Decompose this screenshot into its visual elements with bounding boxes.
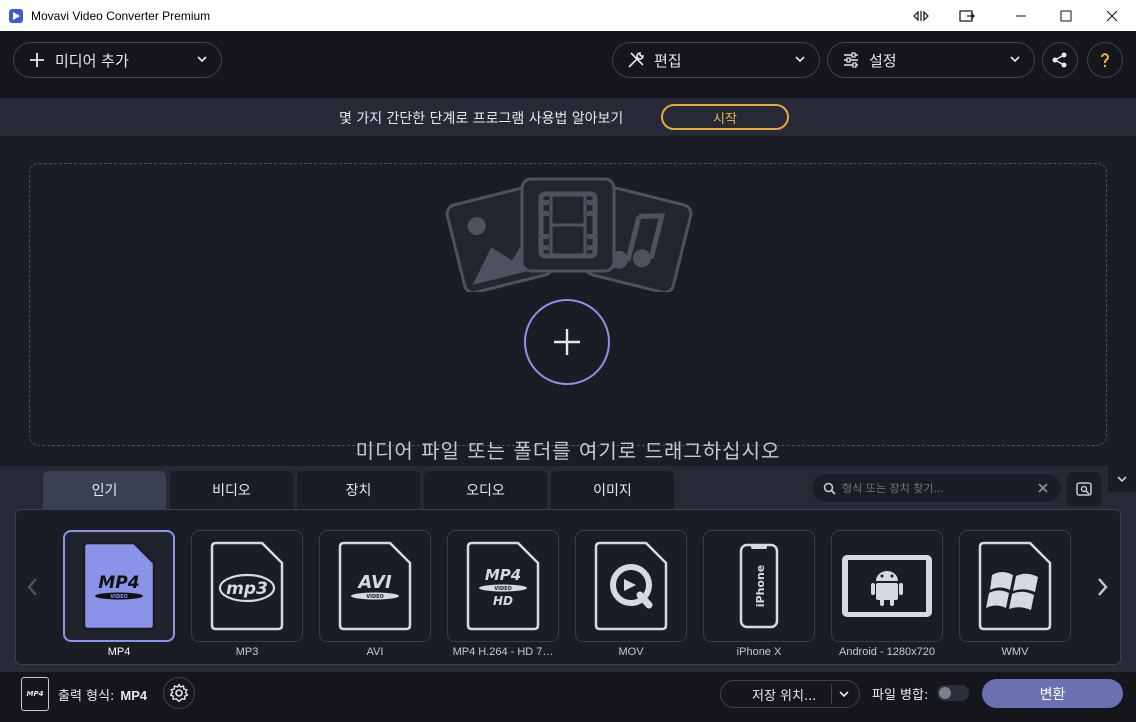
windows-file-icon — [978, 541, 1052, 631]
share-button[interactable] — [1042, 42, 1078, 78]
format-label: AVI — [366, 646, 384, 658]
chevron-down-icon[interactable] — [838, 688, 850, 700]
dropzone-text: 미디어 파일 또는 폴더를 여기로 드래그하십시오 — [355, 439, 781, 463]
svg-text:mp3: mp3 — [226, 579, 268, 599]
quicktime-icon — [594, 541, 668, 631]
chevron-down-icon — [795, 56, 805, 63]
collapse-panel-button[interactable] — [1108, 466, 1136, 492]
output-settings-button[interactable] — [163, 677, 195, 709]
svg-text:iPhone: iPhone — [754, 565, 767, 608]
tutorial-bar: 몇 가지 간단한 단계로 프로그램 사용법 알아보기 시작 — [0, 98, 1136, 136]
tutorial-text: 몇 가지 간단한 단계로 프로그램 사용법 알아보기 — [339, 111, 624, 127]
output-format: 출력 형식: MP4 — [58, 685, 147, 704]
chevron-down-icon — [1010, 56, 1020, 63]
merge-files-toggle[interactable] — [937, 685, 969, 701]
toggle-knob — [939, 687, 951, 699]
mp4-file-icon: MP4 VIDEO — [82, 541, 156, 631]
format-tile-wmv[interactable] — [959, 530, 1071, 642]
svg-text:VIDEO: VIDEO — [366, 594, 384, 600]
chevron-down-icon — [1117, 476, 1127, 483]
snap-icon[interactable] — [898, 0, 944, 31]
mp3-file-icon: mp3 — [210, 541, 284, 631]
add-media-label: 미디어 추가 — [55, 51, 129, 70]
tools-icon — [628, 52, 644, 68]
mp4-hd-file-icon: MP4 VIDEO HD — [466, 541, 540, 631]
edit-label: 편집 — [654, 51, 682, 70]
drop-area: 미디어 파일 또는 폴더를 여기로 드래그하십시오 — [0, 136, 1136, 466]
tab-video[interactable]: 비디오 — [170, 471, 293, 509]
tab-images[interactable]: 이미지 — [551, 471, 674, 509]
gear-icon — [169, 683, 189, 703]
format-search[interactable] — [812, 474, 1061, 502]
tab-popular[interactable]: 인기 — [43, 471, 166, 509]
iphone-icon: iPhone — [739, 543, 779, 629]
format-tile-android[interactable] — [831, 530, 943, 642]
format-tile-iphone-x[interactable]: iPhone — [703, 530, 815, 642]
scroll-right-icon[interactable] — [1094, 576, 1110, 598]
svg-text:MP4: MP4 — [485, 566, 521, 584]
minimize-button[interactable] — [998, 0, 1044, 31]
svg-text:AVI: AVI — [356, 572, 392, 593]
format-label: MP4 H.264 - HD 7… — [452, 646, 554, 658]
settings-label: 설정 — [869, 51, 897, 70]
svg-text:HD: HD — [493, 594, 513, 608]
search-icon — [823, 482, 836, 495]
convert-button[interactable]: 변환 — [982, 679, 1123, 708]
sliders-icon — [844, 52, 858, 68]
svg-text:MP4: MP4 — [98, 573, 139, 593]
tab-devices[interactable]: 장치 — [297, 471, 420, 509]
merge-files-label: 파일 병합: — [872, 688, 929, 703]
output-format-label: 출력 형식: — [58, 689, 115, 704]
format-tile-mp3[interactable]: mp3 — [191, 530, 303, 642]
edit-button[interactable]: 편집 — [612, 42, 820, 78]
format-tile-mp4-hd[interactable]: MP4 VIDEO HD — [447, 530, 559, 642]
close-button[interactable] — [1089, 0, 1135, 31]
format-label: Android - 1280x720 — [838, 646, 935, 658]
format-label: MOV — [618, 646, 644, 658]
format-tile-mp4[interactable]: MP4 VIDEO — [63, 530, 175, 642]
save-location-label: 저장 위치... — [752, 688, 817, 704]
window-title: Movavi Video Converter Premium — [31, 8, 211, 23]
plus-icon — [554, 329, 580, 355]
output-format-value: MP4 — [120, 688, 148, 703]
avi-file-icon: AVI VIDEO — [338, 541, 412, 631]
format-panel: 인기 비디오 장치 오디오 이미지 MP4 VIDEO MP4 — [0, 466, 1136, 672]
app-logo-icon — [9, 8, 23, 23]
svg-text:VIDEO: VIDEO — [494, 586, 512, 592]
add-media-button[interactable]: 미디어 추가 — [13, 42, 222, 78]
chevron-down-icon — [197, 56, 207, 63]
start-tutorial-button[interactable]: 시작 — [661, 104, 789, 130]
format-label: MP4 — [107, 646, 131, 658]
android-tablet-icon — [842, 555, 932, 617]
format-tiles: MP4 VIDEO MP4 mp3 MP3 AVI VIDEO AVI MP4 … — [15, 509, 1121, 665]
tab-audio[interactable]: 오디오 — [424, 471, 547, 509]
svg-text:VIDEO: VIDEO — [110, 594, 128, 600]
share-icon — [1052, 52, 1067, 68]
clear-icon[interactable] — [1038, 483, 1048, 493]
bottom-bar: MP4 출력 형식: MP4 저장 위치... 파일 병합: 변환 — [0, 672, 1136, 722]
maximize-button[interactable] — [1043, 0, 1089, 31]
settings-button[interactable]: 설정 — [827, 42, 1035, 78]
format-tile-mov[interactable] — [575, 530, 687, 642]
format-tile-avi[interactable]: AVI VIDEO — [319, 530, 431, 642]
divider — [831, 684, 832, 704]
plus-icon — [30, 53, 44, 67]
help-icon — [1101, 53, 1109, 68]
help-button[interactable] — [1087, 42, 1123, 78]
format-label: MP3 — [235, 646, 259, 658]
format-label: iPhone X — [736, 646, 782, 658]
format-search-input[interactable] — [842, 481, 1022, 495]
device-search-icon — [1076, 482, 1092, 496]
main-toolbar: 미디어 추가 편집 설정 — [0, 31, 1136, 98]
add-files-button[interactable] — [524, 299, 610, 385]
media-types-icon — [445, 177, 693, 292]
output-format-icon: MP4 — [21, 677, 49, 711]
pip-icon[interactable] — [944, 0, 990, 31]
scroll-left-icon[interactable] — [25, 576, 41, 598]
title-bar: Movavi Video Converter Premium — [0, 0, 1136, 31]
format-label: WMV — [1001, 646, 1029, 658]
save-location-button[interactable]: 저장 위치... — [720, 680, 860, 708]
detect-format-button[interactable] — [1067, 472, 1101, 506]
